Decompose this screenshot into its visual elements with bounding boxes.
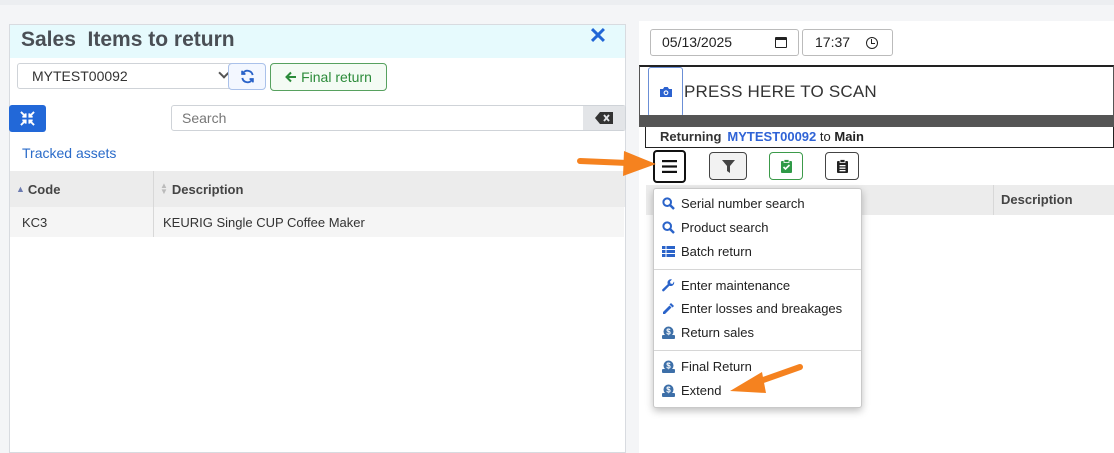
panel-header: Sales Items to return ✕ — [10, 25, 625, 58]
menu-item-label: Return sales — [681, 324, 754, 340]
scan-label[interactable]: PRESS HERE TO SCAN — [684, 82, 877, 102]
svg-text:$: $ — [666, 327, 671, 336]
dollar-icon: $ — [662, 360, 675, 373]
menu-item-label: Enter maintenance — [681, 277, 791, 293]
menu-divider — [654, 350, 861, 351]
validate-button[interactable] — [769, 152, 803, 180]
menu-item-label: Enter losses and breakages — [681, 300, 843, 316]
returning-location: Main — [834, 129, 864, 144]
search-icon — [662, 196, 675, 210]
clipboard-check-icon — [780, 159, 792, 173]
svg-text:$: $ — [666, 385, 671, 394]
menu-item-product-search[interactable]: Product search — [654, 216, 861, 238]
column-header-code[interactable]: ▲ Code — [10, 171, 154, 207]
tracked-assets-link[interactable]: Tracked assets — [22, 145, 116, 161]
arrow-left-icon — [285, 71, 297, 83]
menu-item-label: Product search — [681, 219, 769, 235]
table-icon — [662, 245, 675, 258]
final-return-label: Final return — [301, 69, 372, 85]
camera-icon — [659, 87, 672, 97]
returning-to: to — [819, 129, 831, 144]
sort-icon: ▲ ▼ — [160, 181, 168, 196]
table-row[interactable]: KC3 KEURIG Single CUP Coffee Maker — [10, 207, 625, 237]
time-field[interactable]: 17:37 — [802, 29, 893, 56]
eyedropper-icon — [662, 302, 675, 315]
menu-item-return-sales[interactable]: $ Return sales — [654, 321, 861, 343]
menu-item-label: Batch return — [681, 243, 752, 259]
cell-code: KC3 — [10, 207, 154, 237]
wrench-icon — [662, 278, 675, 292]
menu-item-enter-losses[interactable]: Enter losses and breakages — [654, 297, 861, 319]
clipboard-list-icon — [836, 159, 848, 173]
order-select-value: MYTEST00092 — [32, 68, 128, 84]
column-label-code: Code — [27, 181, 61, 197]
menu-divider — [654, 269, 861, 270]
menu-item-serial-number-search[interactable]: Serial number search — [654, 192, 861, 214]
column-header-description[interactable]: ▲ ▼ Description — [154, 171, 625, 207]
date-field[interactable]: 05/13/2025 — [650, 29, 799, 56]
clear-search-button[interactable] — [583, 106, 625, 130]
menu-item-batch-return[interactable]: Batch return — [654, 240, 861, 262]
filter-icon — [721, 159, 735, 173]
search-placeholder: Search — [182, 110, 227, 126]
calendar-icon[interactable] — [775, 37, 787, 48]
order-select[interactable]: MYTEST00092 — [17, 63, 235, 89]
dollar-icon: $ — [662, 384, 675, 397]
date-value: 05/13/2025 — [662, 34, 733, 50]
menu-item-enter-maintenance[interactable]: Enter maintenance — [654, 274, 861, 296]
items-to-return-panel: Sales Items to return ✕ MYTEST00092 Fina… — [9, 24, 626, 453]
compress-icon — [20, 111, 35, 126]
sort-asc-icon: ▲ — [16, 184, 25, 194]
camera-button[interactable] — [648, 67, 683, 117]
time-value: 17:37 — [815, 34, 851, 50]
annotation-arrow-extend — [730, 364, 803, 393]
filter-button[interactable] — [709, 152, 747, 180]
returning-order-number: MYTEST00092 — [727, 129, 817, 144]
annotation-arrow-menu — [577, 151, 656, 176]
close-icon[interactable]: ✕ — [588, 25, 608, 47]
table-header: ▲ Code ▲ ▼ Description — [10, 171, 625, 207]
top-strip — [0, 0, 1114, 5]
search-input[interactable]: Search — [171, 105, 626, 131]
clock-icon[interactable] — [866, 37, 878, 49]
column-label-description: Description — [171, 181, 244, 197]
panel-title: Sales Items to return — [21, 28, 235, 51]
returning-status: Returning MYTEST00092 to Main — [645, 127, 1114, 148]
items-table: ▲ Code ▲ ▼ Description KC3 KEURIG Single … — [10, 171, 625, 237]
column-header-description[interactable]: Description — [993, 185, 1114, 215]
menu-item-label: Serial number search — [681, 195, 805, 211]
menu-item-label: Extend — [681, 382, 722, 398]
returning-prefix: Returning — [660, 129, 722, 144]
final-return-button[interactable]: Final return — [270, 63, 387, 91]
refresh-button[interactable] — [228, 63, 266, 90]
scan-bar-bottom — [639, 115, 1114, 127]
cell-description: KEURIG Single CUP Coffee Maker — [154, 207, 624, 237]
refresh-icon — [240, 69, 254, 84]
svg-text:$: $ — [666, 361, 671, 370]
dollar-icon: $ — [662, 326, 675, 339]
backspace-icon — [595, 112, 613, 124]
hamburger-icon — [662, 160, 677, 173]
collapse-button[interactable] — [9, 105, 46, 132]
clipboard-button[interactable] — [825, 152, 859, 180]
search-icon — [662, 220, 675, 234]
